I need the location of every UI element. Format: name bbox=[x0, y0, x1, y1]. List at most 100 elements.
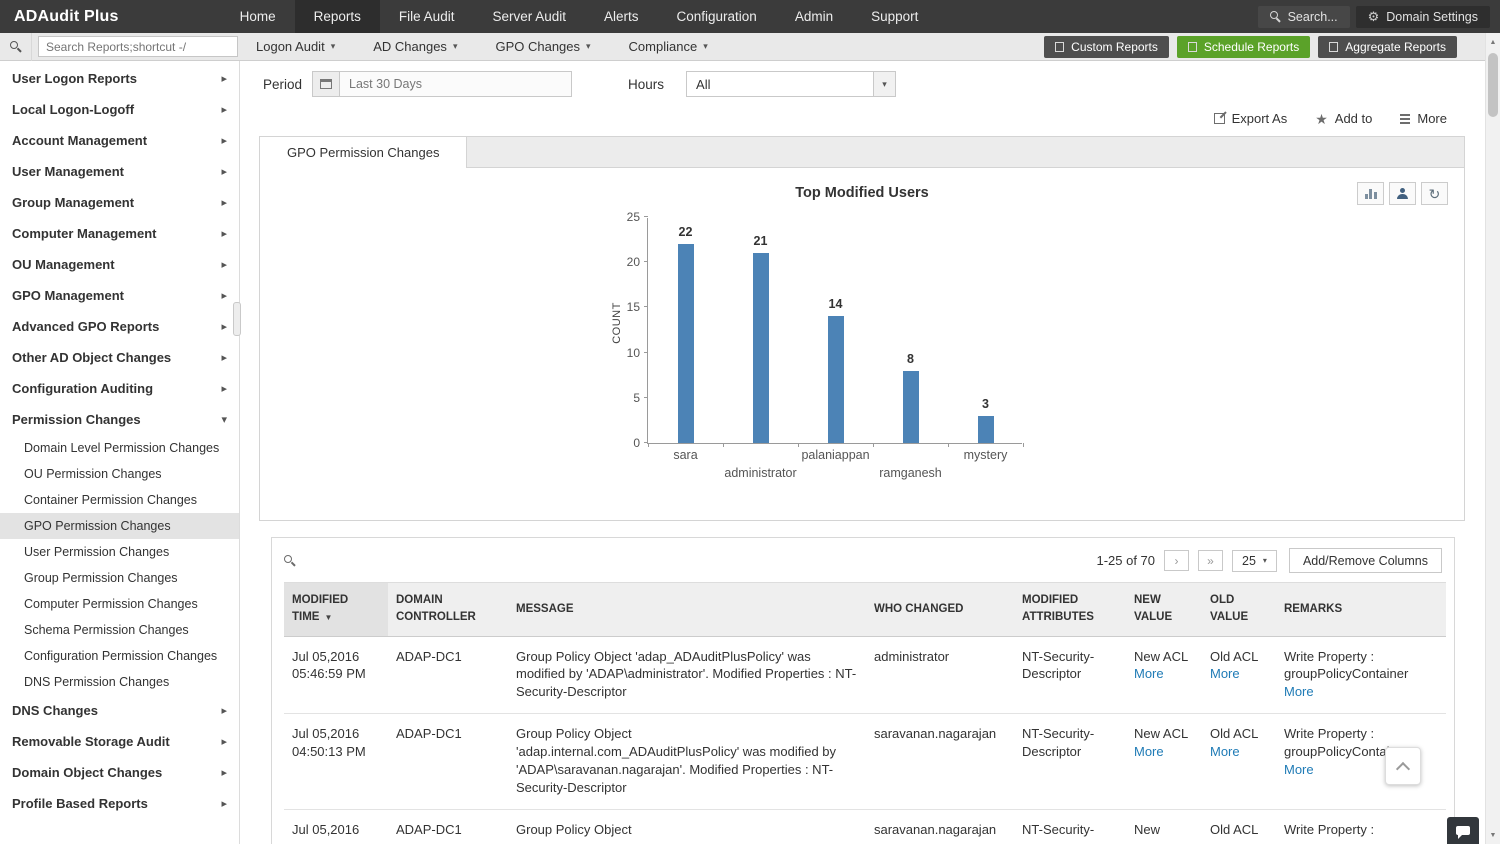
sidebar-item-dns-changes[interactable]: DNS Changes▸ bbox=[0, 695, 239, 726]
topnav-item-configuration[interactable]: Configuration bbox=[658, 0, 776, 33]
sidebar-item-domain-object-changes[interactable]: Domain Object Changes▸ bbox=[0, 757, 239, 788]
more-button[interactable]: More bbox=[1400, 111, 1447, 126]
sidebar-subitem-dns-permission-changes[interactable]: DNS Permission Changes bbox=[0, 669, 239, 695]
sidebar-subitem-schema-permission-changes[interactable]: Schema Permission Changes bbox=[0, 617, 239, 643]
sidebar-item-local-logon-logoff[interactable]: Local Logon-Logoff▸ bbox=[0, 94, 239, 125]
sidebar-subitem-domain-level-permission-changes[interactable]: Domain Level Permission Changes bbox=[0, 435, 239, 461]
table-search-icon[interactable] bbox=[284, 555, 295, 566]
page-size-select[interactable]: 25 ▾ bbox=[1232, 550, 1277, 572]
add-remove-columns-button[interactable]: Add/Remove Columns bbox=[1289, 548, 1442, 573]
table-row[interactable]: Jul 05,2016 05:46:59 PMADAP-DC1Group Pol… bbox=[284, 636, 1446, 714]
sidebar-subitem-gpo-permission-changes[interactable]: GPO Permission Changes bbox=[0, 513, 239, 539]
sidebar-item-other-ad-object-changes[interactable]: Other AD Object Changes▸ bbox=[0, 342, 239, 373]
y-tick-mark bbox=[644, 216, 648, 217]
menu-gpo-changes[interactable]: GPO Changes▾ bbox=[495, 39, 590, 54]
app-logo[interactable]: ADAudit Plus bbox=[0, 0, 133, 33]
domain-settings-button[interactable]: ⚙ Domain Settings bbox=[1356, 6, 1490, 28]
sidebar-item-permission-changes[interactable]: Permission Changes▾ bbox=[0, 404, 239, 435]
cell-old-value-more-link[interactable]: More bbox=[1210, 665, 1268, 683]
chart-type-button[interactable] bbox=[1357, 182, 1384, 205]
chevron-right-icon: ▸ bbox=[221, 351, 227, 364]
table-row[interactable]: Jul 05,2016 04:50:13 PMADAP-DC1Group Pol… bbox=[284, 714, 1446, 810]
chart-bar-sara[interactable] bbox=[678, 244, 694, 443]
last-page-button[interactable]: » bbox=[1198, 550, 1223, 571]
cell-remarks-text: Write Property : groupPolicyContainer bbox=[1284, 649, 1408, 682]
sidebar-item-account-management[interactable]: Account Management▸ bbox=[0, 125, 239, 156]
period-input[interactable] bbox=[340, 71, 572, 97]
chevron-right-icon: ▸ bbox=[221, 320, 227, 333]
report-table-panel: 1-25 of 70 › » 25 ▾ Add/Remove Columns bbox=[271, 537, 1455, 844]
chart-refresh-button[interactable]: ↻ bbox=[1421, 182, 1448, 205]
global-search-button[interactable]: Search... bbox=[1258, 6, 1350, 28]
sidebar-subitem-configuration-permission-changes[interactable]: Configuration Permission Changes bbox=[0, 643, 239, 669]
sidebar-item-profile-based-reports[interactable]: Profile Based Reports▸ bbox=[0, 788, 239, 819]
cell-remarks: Write Property : groupPolicyContainerMor… bbox=[1276, 636, 1446, 714]
report-search-input[interactable] bbox=[38, 36, 238, 57]
column-header-message[interactable]: MESSAGE bbox=[508, 583, 866, 637]
sidebar-item-user-logon-reports[interactable]: User Logon Reports▸ bbox=[0, 63, 239, 94]
sidebar-item-removable-storage-audit[interactable]: Removable Storage Audit▸ bbox=[0, 726, 239, 757]
topnav-item-server-audit[interactable]: Server Audit bbox=[473, 0, 585, 33]
sidebar-subitem-container-permission-changes[interactable]: Container Permission Changes bbox=[0, 487, 239, 513]
column-header-modified-time[interactable]: MODIFIED TIME▼ bbox=[284, 583, 388, 637]
menu-ad-changes[interactable]: AD Changes▾ bbox=[373, 39, 457, 54]
topnav-item-admin[interactable]: Admin bbox=[776, 0, 852, 33]
sidebar-item-computer-management[interactable]: Computer Management▸ bbox=[0, 218, 239, 249]
column-header-domain-controller[interactable]: DOMAIN CONTROLLER bbox=[388, 583, 508, 637]
chart-bar-palaniappan[interactable] bbox=[828, 316, 844, 443]
scrollbar-thumb[interactable] bbox=[1488, 53, 1498, 117]
tab-gpo-permission-changes[interactable]: GPO Permission Changes bbox=[260, 137, 467, 168]
column-header-old-value[interactable]: OLD VALUE bbox=[1202, 583, 1276, 637]
topnav-item-support[interactable]: Support bbox=[852, 0, 937, 33]
chat-button[interactable] bbox=[1447, 817, 1479, 844]
vertical-scrollbar[interactable]: ▲ ▼ bbox=[1485, 33, 1500, 844]
menu-logon-audit[interactable]: Logon Audit▾ bbox=[256, 39, 335, 54]
topnav-item-alerts[interactable]: Alerts bbox=[585, 0, 658, 33]
column-header-modified-attributes[interactable]: MODIFIED ATTRIBUTES bbox=[1014, 583, 1126, 637]
column-header-remarks[interactable]: REMARKS bbox=[1276, 583, 1446, 637]
topnav-item-home[interactable]: Home bbox=[221, 0, 295, 33]
y-tick-label: 5 bbox=[614, 391, 640, 405]
scroll-up-arrow-icon[interactable]: ▲ bbox=[1486, 35, 1500, 49]
schedule-reports-button[interactable]: Schedule Reports bbox=[1177, 36, 1310, 58]
report-search-icon-button[interactable] bbox=[0, 33, 32, 61]
chevron-right-icon: ▸ bbox=[221, 103, 227, 116]
export-as-button[interactable]: Export As bbox=[1214, 111, 1288, 126]
sidebar-item-advanced-gpo-reports[interactable]: Advanced GPO Reports▸ bbox=[0, 311, 239, 342]
sidebar-subitem-user-permission-changes[interactable]: User Permission Changes bbox=[0, 539, 239, 565]
menu-compliance[interactable]: Compliance▾ bbox=[629, 39, 708, 54]
cell-new-value-more-link[interactable]: More bbox=[1134, 743, 1194, 761]
hours-select[interactable]: All ▾ bbox=[686, 71, 896, 97]
sidebar-item-gpo-management[interactable]: GPO Management▸ bbox=[0, 280, 239, 311]
sidebar-item-ou-management[interactable]: OU Management▸ bbox=[0, 249, 239, 280]
chart-bar-mystery[interactable] bbox=[978, 416, 994, 443]
sidebar-item-user-management[interactable]: User Management▸ bbox=[0, 156, 239, 187]
sidebar-subitem-computer-permission-changes[interactable]: Computer Permission Changes bbox=[0, 591, 239, 617]
chart-users-button[interactable] bbox=[1389, 182, 1416, 205]
custom-reports-button[interactable]: Custom Reports bbox=[1044, 36, 1169, 58]
cell-modified-attributes: NT-Security-Descriptor bbox=[1014, 636, 1126, 714]
chart-bar-administrator[interactable] bbox=[753, 253, 769, 443]
topnav-item-reports[interactable]: Reports bbox=[295, 0, 380, 33]
scroll-to-top-button[interactable] bbox=[1385, 747, 1421, 785]
cell-new-value-more-link[interactable]: More bbox=[1134, 665, 1194, 683]
sidebar-collapse-handle[interactable] bbox=[233, 302, 241, 336]
sidebar-item-group-management[interactable]: Group Management▸ bbox=[0, 187, 239, 218]
column-header-who-changed[interactable]: WHO CHANGED bbox=[866, 583, 1014, 637]
column-header-new-value[interactable]: NEW VALUE bbox=[1126, 583, 1202, 637]
calendar-button[interactable] bbox=[312, 71, 340, 97]
report-action-buttons: Custom Reports Schedule Reports Aggregate … bbox=[1044, 36, 1485, 58]
cell-old-value-more-link[interactable]: More bbox=[1210, 743, 1268, 761]
next-page-button[interactable]: › bbox=[1164, 550, 1189, 571]
sidebar-item-configuration-auditing[interactable]: Configuration Auditing▸ bbox=[0, 373, 239, 404]
scroll-down-arrow-icon[interactable]: ▼ bbox=[1486, 828, 1500, 842]
topnav-item-file-audit[interactable]: File Audit bbox=[380, 0, 474, 33]
table-row[interactable]: Jul 05,2016ADAP-DC1Group Policy Objectsa… bbox=[284, 810, 1446, 844]
cell-remarks-more-link[interactable]: More bbox=[1284, 683, 1438, 701]
column-header-label: DOMAIN CONTROLLER bbox=[396, 594, 476, 623]
sidebar-subitem-ou-permission-changes[interactable]: OU Permission Changes bbox=[0, 461, 239, 487]
aggregate-reports-button[interactable]: Aggregate Reports bbox=[1318, 36, 1457, 58]
sidebar-subitem-group-permission-changes[interactable]: Group Permission Changes bbox=[0, 565, 239, 591]
add-to-button[interactable]: ★ Add to bbox=[1315, 111, 1372, 126]
chart-bar-ramganesh[interactable] bbox=[903, 371, 919, 443]
